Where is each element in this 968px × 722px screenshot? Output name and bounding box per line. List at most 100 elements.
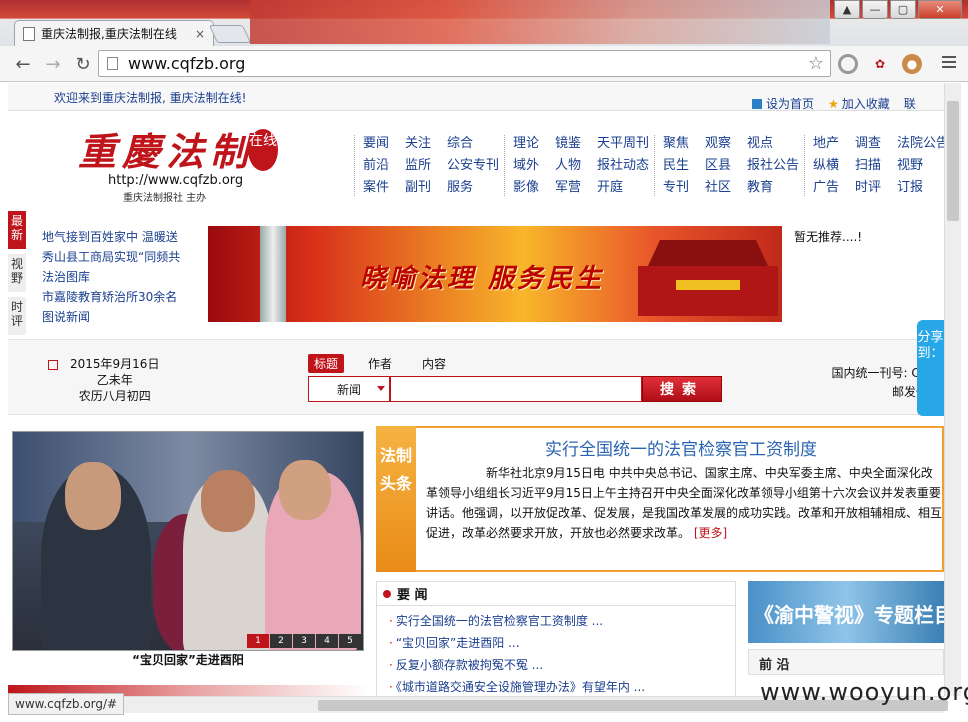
user-icon[interactable]: ▲ <box>834 0 860 19</box>
chevron-down-icon <box>377 386 385 391</box>
forward-button[interactable]: → <box>40 52 66 76</box>
nav-link[interactable]: 纵横 <box>813 157 839 174</box>
vertical-scrollbar[interactable] <box>944 83 961 696</box>
nav-link[interactable]: 视野 <box>897 157 944 174</box>
nav-link[interactable]: 调查 <box>855 135 881 152</box>
tab-latest[interactable]: 最新 <box>8 211 26 249</box>
headline-title[interactable]: 实行全国统一的法官检察官工资制度 <box>426 435 936 460</box>
pager-button[interactable]: 4 <box>316 634 338 648</box>
ticker-item[interactable]: 地气接到百姓家中 温暖送 <box>42 227 202 247</box>
nav-link[interactable]: 订报 <box>897 179 944 196</box>
frontier-section-header: 前 沿 <box>748 649 944 675</box>
search-tab-author[interactable]: 作者 <box>362 354 398 373</box>
ticker-item[interactable]: 秀山县工商局实现“同频共 <box>42 247 202 267</box>
nav-link[interactable]: 关注 <box>405 135 431 152</box>
nav-link[interactable]: 法院公告 <box>897 135 944 152</box>
nav-group-1: 要闻 关注 综合 前沿 监所 公安专刊 案件 副刊 服务 <box>354 135 499 196</box>
extension-circle-icon[interactable] <box>838 54 858 74</box>
nav-link[interactable]: 开庭 <box>597 179 649 196</box>
nav-link[interactable]: 人物 <box>555 157 581 174</box>
nav-link[interactable]: 聚焦 <box>663 135 689 152</box>
nav-link[interactable]: 理论 <box>513 135 539 152</box>
nav-link[interactable]: 时评 <box>855 179 881 196</box>
new-tab-button[interactable] <box>208 25 252 43</box>
featured-photo[interactable]: 1 2 3 4 5 <box>12 431 364 651</box>
watermark: www.wooyun.org <box>760 678 968 706</box>
url-text[interactable]: www.cqfzb.org <box>128 54 808 73</box>
nav-link[interactable]: 视点 <box>747 135 799 152</box>
news-header: 要 闻 <box>377 582 735 606</box>
bullet-icon <box>383 589 391 598</box>
browser-tab[interactable]: 重庆法制报,重庆法制在线 × <box>14 20 214 46</box>
list-item[interactable]: · “宝贝回家”走进酉阳 ... <box>389 632 723 654</box>
nav-link[interactable]: 综合 <box>447 135 499 152</box>
nav-link[interactable]: 要闻 <box>363 135 389 152</box>
nav-link[interactable]: 教育 <box>747 179 799 196</box>
cookie-icon[interactable]: ● <box>902 54 922 74</box>
set-homepage-link[interactable]: 设为首页 <box>752 95 814 112</box>
nav-link[interactable]: 监所 <box>405 157 431 174</box>
nav-link[interactable]: 军营 <box>555 179 581 196</box>
nav-link[interactable]: 地产 <box>813 135 839 152</box>
search-tab-title[interactable]: 标题 <box>308 354 345 373</box>
nav-group-2: 理论 镜鉴 天平周刊 域外 人物 报社动态 影像 军营 开庭 <box>504 135 649 196</box>
banner-ad[interactable]: 晓喻法理 服务民生 <box>208 226 782 322</box>
more-link[interactable]: [更多] <box>694 526 727 540</box>
nav-link[interactable]: 广告 <box>813 179 839 196</box>
nav-link[interactable]: 案件 <box>363 179 389 196</box>
search-category-select[interactable]: 新闻 <box>308 376 390 402</box>
nav-link[interactable]: 专刊 <box>663 179 689 196</box>
list-item[interactable]: · 反复小额存款被拘冤不冤 ... <box>389 654 723 676</box>
maximize-button[interactable]: ▢ <box>890 0 916 19</box>
extension-red-icon[interactable]: ✿ <box>870 54 890 74</box>
photo-caption[interactable]: “宝贝回家”走进酉阳 <box>12 651 364 668</box>
nav-link[interactable]: 域外 <box>513 157 539 174</box>
close-window-button[interactable]: ✕ <box>918 0 962 19</box>
reload-button[interactable]: ↻ <box>70 52 96 76</box>
pager-button[interactable]: 1 <box>247 634 269 648</box>
nav-link[interactable]: 民生 <box>663 157 689 174</box>
tab-vision[interactable]: 视野 <box>8 254 26 292</box>
nav-link[interactable]: 观察 <box>705 135 731 152</box>
pager-button[interactable]: 3 <box>293 634 315 648</box>
nav-link[interactable]: 镜鉴 <box>555 135 581 152</box>
share-tab[interactable]: 分享到： <box>917 320 944 416</box>
tiananmen-gate <box>638 232 778 316</box>
headline-text: 新华社北京9月15日电 中共中央总书记、国家主席、中央军委主席、中央全面深化改革… <box>426 466 943 540</box>
add-favorite-link[interactable]: ★ 加入收藏 <box>828 95 890 112</box>
nav-link[interactable]: 报社公告 <box>747 157 799 174</box>
nav-link[interactable]: 公安专刊 <box>447 157 499 174</box>
nav-link[interactable]: 副刊 <box>405 179 431 196</box>
list-item[interactable]: · 实行全国统一的法官检察官工资制度 ... <box>389 610 723 632</box>
pager-button[interactable]: 2 <box>270 634 292 648</box>
nav-link[interactable]: 报社动态 <box>597 157 649 174</box>
list-item[interactable]: · 《城市道路交通安全设施管理办法》有望年内 ... <box>389 676 723 696</box>
pager-button[interactable]: 5 <box>339 634 361 648</box>
close-tab-icon[interactable]: × <box>195 27 205 41</box>
contact-link[interactable]: 联 <box>904 95 916 112</box>
search-tab-content[interactable]: 内容 <box>416 354 452 373</box>
site-logo[interactable]: 重慶法制 在线 http://www.cqfzb.org 重庆法制报社 主办 <box>78 121 298 204</box>
nav-link[interactable]: 天平周刊 <box>597 135 649 152</box>
nav-link[interactable]: 服务 <box>447 179 499 196</box>
ticker-item[interactable]: 市嘉陵教育矫治所30余名 <box>42 287 202 307</box>
nav-link[interactable]: 前沿 <box>363 157 389 174</box>
page-viewport: 欢迎来到重庆法制报, 重庆法制在线! 设为首页 ★ 加入收藏 联 重慶法制 在线 … <box>8 83 944 696</box>
ticker-item[interactable]: 图说新闻 <box>42 307 202 327</box>
search-button[interactable]: 搜索 <box>642 376 722 402</box>
bookmark-star-icon[interactable]: ☆ <box>808 53 824 74</box>
scroll-thumb[interactable] <box>947 101 959 221</box>
menu-icon[interactable] <box>942 56 956 70</box>
nav-link[interactable]: 区县 <box>705 157 731 174</box>
address-bar[interactable]: www.cqfzb.org ☆ <box>98 50 831 77</box>
nav-link[interactable]: 影像 <box>513 179 539 196</box>
ticker-item[interactable]: 法治图库 <box>42 267 202 287</box>
news-list: · 实行全国统一的法官检察官工资制度 ... · “宝贝回家”走进酉阳 ... · 反… <box>377 606 735 696</box>
search-input[interactable] <box>390 376 642 402</box>
nav-link[interactable]: 扫描 <box>855 157 881 174</box>
side-ad-banner[interactable]: 《渝中警视》专题栏目 <box>748 581 944 643</box>
tab-commentary[interactable]: 时评 <box>8 297 26 335</box>
minimize-button[interactable]: — <box>862 0 888 19</box>
nav-link[interactable]: 社区 <box>705 179 731 196</box>
back-button[interactable]: ← <box>10 52 36 76</box>
